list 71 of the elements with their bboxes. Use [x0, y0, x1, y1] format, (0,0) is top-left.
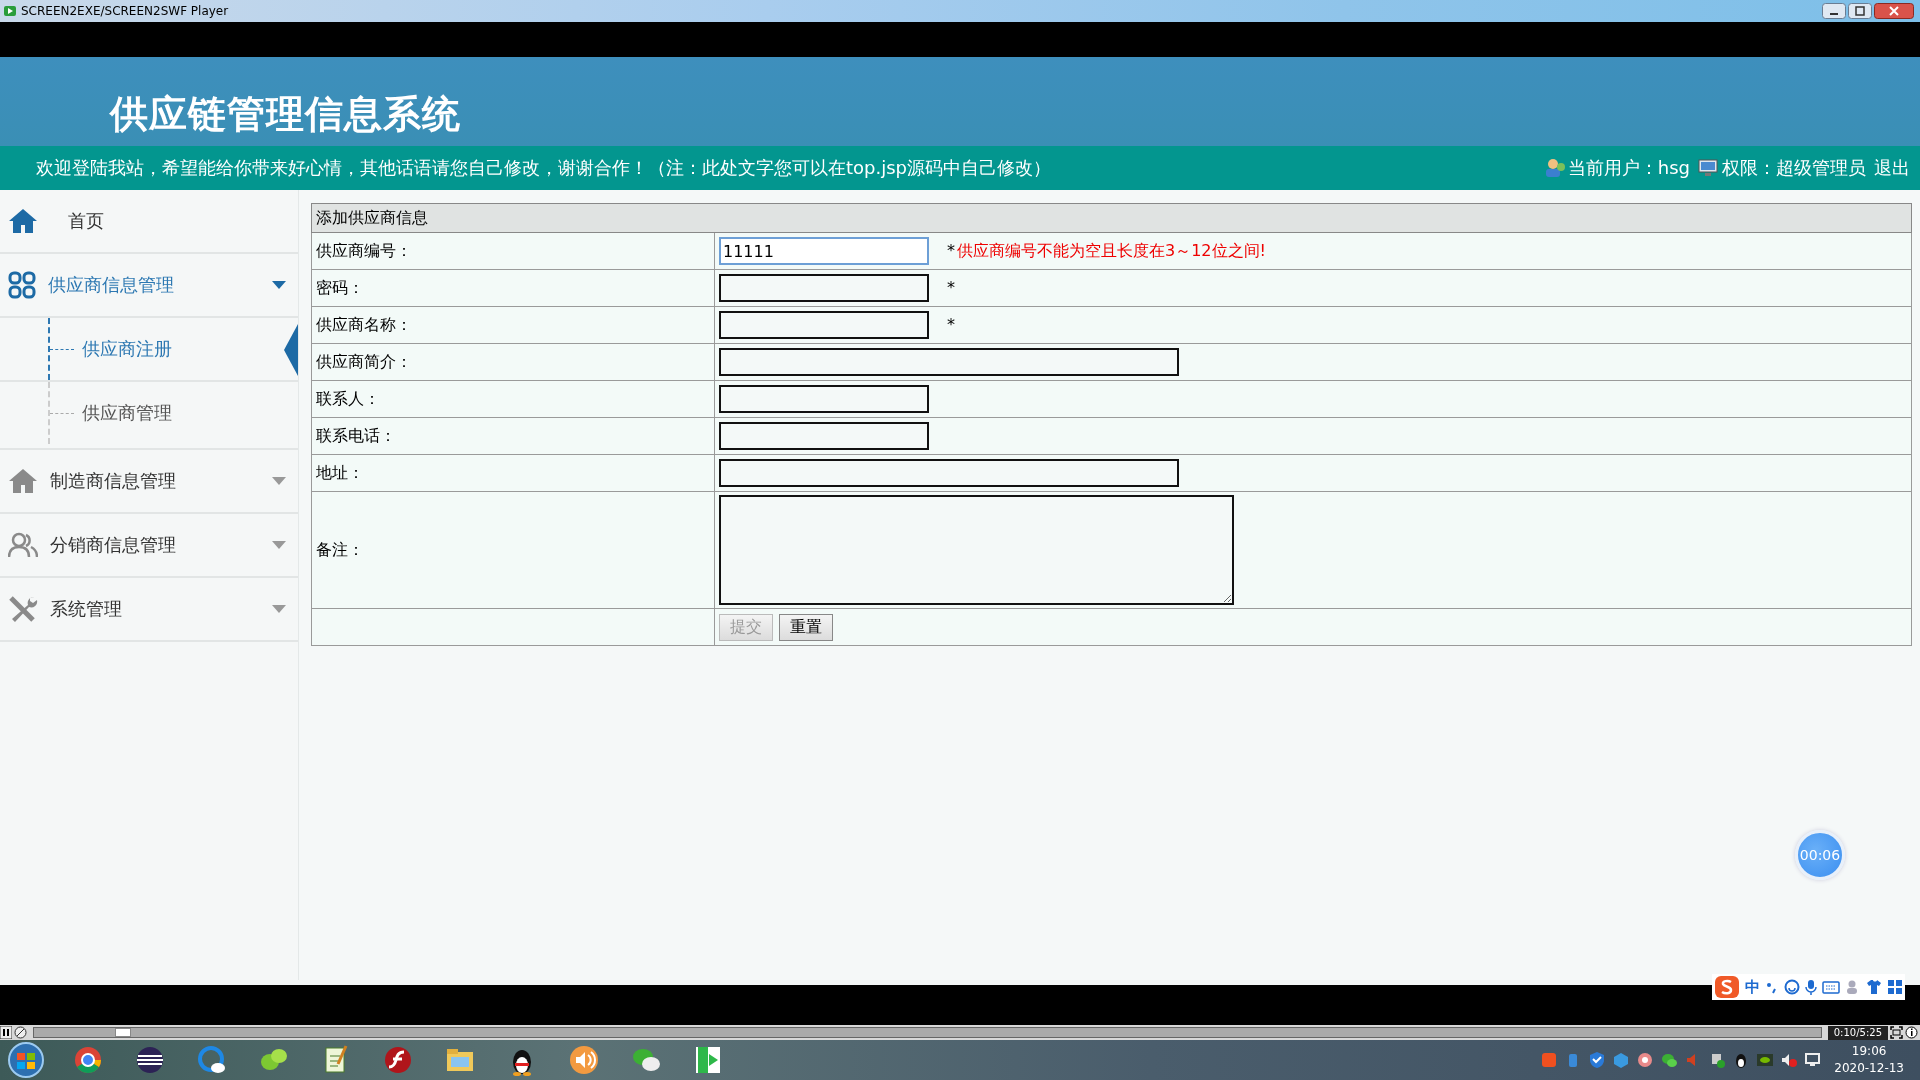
nav-item[interactable]: 分销商信息管理	[0, 514, 298, 578]
pause-icon[interactable]	[0, 1026, 12, 1039]
shield-icon[interactable]	[1588, 1051, 1607, 1069]
shirt-icon[interactable]	[1866, 979, 1882, 995]
field-label: 联系人：	[316, 388, 380, 408]
playback-time: 0:10/5:25	[1827, 1025, 1888, 1040]
field-label: 供应商简介：	[316, 351, 412, 371]
grid-icon	[8, 271, 36, 299]
caret-icon	[272, 281, 286, 289]
logout-link[interactable]: 退出	[1874, 156, 1910, 180]
nav-subitem[interactable]: 供应商注册	[0, 318, 298, 382]
current-user-text: 当前用户：hsg	[1567, 156, 1690, 180]
minimize-icon[interactable]	[1822, 3, 1846, 19]
nav-item[interactable]: 制造商信息管理	[0, 450, 298, 514]
required-mark: *	[947, 277, 955, 297]
field-label: 密码：	[316, 277, 364, 297]
display-icon[interactable]	[1804, 1051, 1823, 1069]
home-icon	[8, 468, 38, 494]
clock-date: 2020-12-13	[1834, 1060, 1904, 1077]
caret-icon	[272, 477, 286, 485]
nav-item[interactable]: 系统管理	[0, 578, 298, 642]
smiley-icon[interactable]	[1784, 979, 1800, 995]
field-label: 备注：	[316, 539, 364, 559]
clock-time: 19:06	[1851, 1043, 1887, 1060]
home-icon	[8, 208, 38, 234]
box-icon[interactable]	[1612, 1051, 1631, 1069]
user-icon	[1543, 158, 1566, 178]
text-field[interactable]	[719, 311, 929, 339]
fullscreen-icon[interactable]	[1890, 1026, 1903, 1039]
text-field[interactable]	[719, 385, 929, 413]
text-field[interactable]	[719, 422, 929, 450]
gpu-icon[interactable]	[1756, 1051, 1775, 1069]
maximize-icon[interactable]	[1848, 3, 1872, 19]
text-area[interactable]	[719, 495, 1234, 605]
text-field[interactable]	[719, 459, 1179, 487]
permission-text: 权限：超级管理员	[1722, 156, 1866, 180]
caret-icon	[272, 541, 286, 549]
nav-subitem[interactable]: 供应商管理	[0, 382, 298, 444]
app-icon	[3, 4, 17, 18]
nav-item[interactable]: 首页	[0, 190, 298, 254]
welcome-text: 欢迎登陆我站，希望能给你带来好心情，其他话语请您自己修改，谢谢合作！（注：此处文字您可以在top.jsp源码中自己修改）	[36, 156, 1052, 180]
system-title: 供应链管理信息系统	[110, 91, 461, 138]
form-button[interactable]: 重置	[779, 613, 833, 641]
nav-item[interactable]: 供应商信息管理	[0, 254, 298, 318]
close-icon[interactable]	[1874, 3, 1914, 19]
window-title: SCREEN2EXE/SCREEN2SWF Player	[21, 4, 229, 18]
info-icon[interactable]	[1905, 1026, 1918, 1039]
tools-icon	[8, 595, 38, 623]
text-field[interactable]	[719, 348, 1179, 376]
start-icon[interactable]	[6, 1041, 46, 1079]
chat-icon[interactable]	[1660, 1051, 1679, 1069]
input-mode-text[interactable]: 中	[1745, 977, 1760, 997]
flower-icon[interactable]	[1636, 1051, 1655, 1069]
text-field[interactable]: 11111	[719, 237, 929, 265]
text-field[interactable]	[719, 274, 929, 302]
error-message: 供应商编号不能为空且长度在3～12位之间!	[957, 240, 1266, 260]
field-label: 地址：	[316, 462, 364, 482]
field-label: 供应商编号：	[316, 240, 412, 260]
form-title: 添加供应商信息	[311, 203, 1912, 233]
caret-icon	[272, 605, 286, 613]
ime-logo-icon[interactable]	[1714, 975, 1740, 999]
monitor-icon	[1698, 158, 1720, 178]
required-mark: *	[947, 240, 955, 260]
field-label: 联系电话：	[316, 425, 396, 445]
progress-thumb[interactable]	[115, 1028, 132, 1037]
field-label: 供应商名称：	[316, 314, 412, 334]
keyboard-icon[interactable]	[1822, 980, 1840, 994]
microphone-icon[interactable]	[1805, 979, 1817, 995]
required-mark: *	[947, 314, 955, 334]
grid-icon[interactable]	[1887, 979, 1903, 995]
people-icon	[8, 532, 38, 558]
